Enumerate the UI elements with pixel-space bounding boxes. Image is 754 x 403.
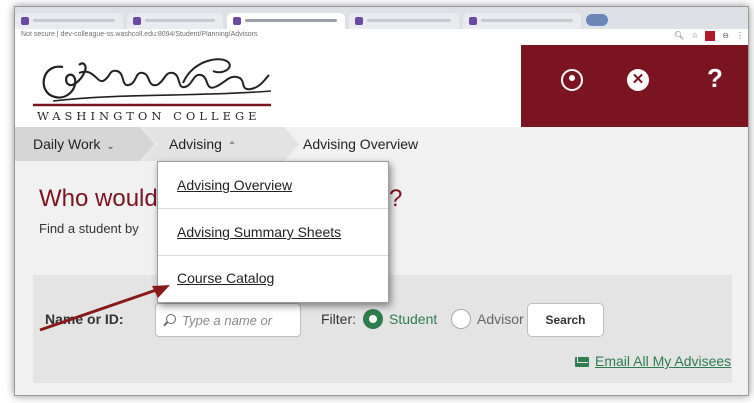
search-button[interactable]: Search — [527, 303, 604, 337]
toolbar-icons: 🔍︎ ☆ ⊖ ⋮ — [674, 31, 744, 41]
page-subtext: Find a student by — [39, 221, 139, 236]
page-title-end: ? — [389, 185, 403, 212]
menu-divider — [158, 255, 388, 256]
signature-logo-icon — [33, 58, 272, 107]
browser-tab[interactable] — [349, 13, 459, 29]
name-id-label: Name or ID: — [45, 311, 124, 327]
menu-divider — [158, 208, 388, 209]
breadcrumb-daily-work[interactable]: Daily Work ⌄ — [15, 127, 155, 161]
chevron-down-icon: ⌄ — [106, 141, 115, 152]
address-bar[interactable]: Not secure | dev-colleague-ss.washcoll.e… — [15, 29, 748, 46]
advising-dropdown-menu: Advising Overview Advising Summary Sheet… — [157, 161, 389, 303]
new-tab-button[interactable] — [586, 14, 608, 26]
menu-item-advising-summary-sheets[interactable]: Advising Summary Sheets — [177, 224, 341, 240]
header-action-panel: ✕ ? — [521, 45, 748, 127]
student-radio[interactable] — [363, 309, 383, 329]
close-circle-icon[interactable]: ✕ — [627, 69, 649, 91]
name-search-placeholder: Type a name or — [182, 313, 273, 328]
breadcrumb-advising-label: Advising — [169, 136, 222, 152]
menu-item-course-catalog[interactable]: Course Catalog — [177, 270, 274, 286]
browser-window: Not secure | dev-colleague-ss.washcoll.e… — [14, 6, 749, 396]
advisor-radio-label[interactable]: Advisor — [477, 311, 524, 327]
browser-tab[interactable] — [15, 13, 123, 29]
logo-wordmark: WASHINGTON COLLEGE — [37, 109, 261, 123]
name-search-input[interactable]: Type a name or — [155, 303, 301, 337]
browser-tab-strip — [15, 7, 748, 29]
breadcrumb-current: Advising Overview — [303, 136, 419, 152]
menu-dots-icon[interactable]: ⋮ — [736, 31, 744, 41]
user-icon[interactable] — [561, 69, 583, 91]
chevron-up-icon: ⌃ — [227, 141, 237, 152]
breadcrumb-daily-work-label: Daily Work — [33, 136, 101, 152]
browser-tab-active[interactable] — [227, 13, 345, 29]
pdf-extension-icon[interactable] — [705, 31, 716, 41]
student-radio-label[interactable]: Student — [389, 311, 437, 327]
breadcrumb: Daily Work ⌄ Advising ⌃ Advising Overview — [15, 127, 748, 161]
account-icon[interactable]: ⊖ — [722, 31, 729, 41]
browser-tab[interactable] — [127, 13, 223, 29]
help-icon[interactable]: ? — [707, 63, 723, 94]
zoom-icon[interactable]: 🔍︎ — [674, 31, 684, 41]
url-text[interactable]: Not secure | dev-colleague-ss.washcoll.e… — [21, 31, 257, 38]
breadcrumb-advising[interactable]: Advising ⌃ — [141, 127, 299, 161]
college-logo[interactable]: WASHINGTON COLLEGE — [33, 53, 273, 123]
page-title: Who would — [39, 185, 158, 212]
site-header: WASHINGTON COLLEGE ✕ ? — [15, 45, 748, 127]
browser-tab[interactable] — [463, 13, 581, 29]
filter-label: Filter: — [321, 311, 356, 327]
mail-icon — [575, 357, 589, 367]
email-all-advisees-link[interactable]: Email All My Advisees — [595, 353, 731, 369]
menu-item-advising-overview[interactable]: Advising Overview — [177, 177, 292, 193]
star-icon[interactable]: ☆ — [691, 31, 698, 41]
advisor-radio[interactable] — [451, 309, 471, 329]
search-icon — [166, 314, 176, 324]
